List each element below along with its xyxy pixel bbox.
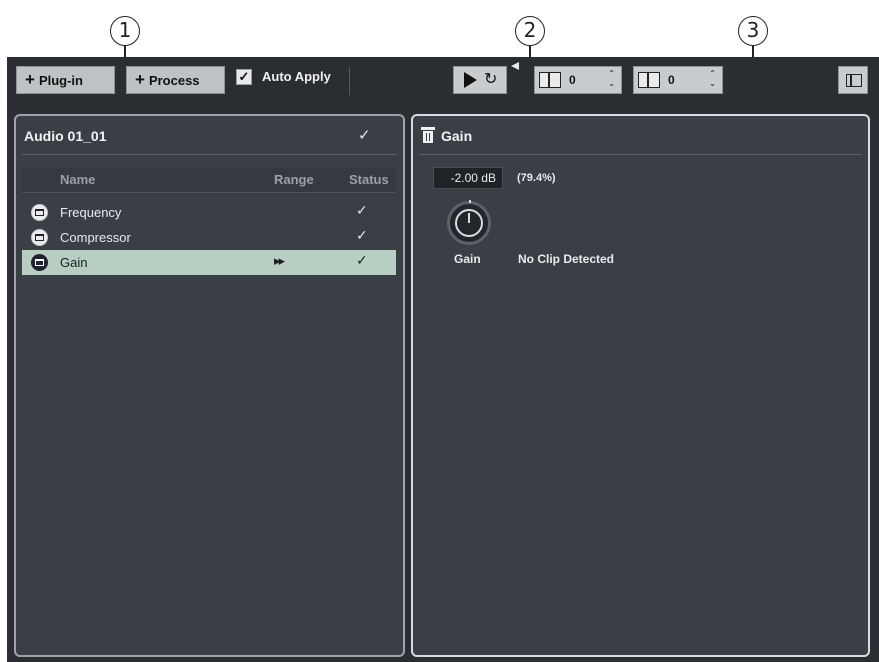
- gain-knob[interactable]: [447, 200, 491, 245]
- preview-controls: ↻: [453, 66, 507, 94]
- trash-body: [423, 131, 433, 143]
- pre-roll-value[interactable]: 0: [569, 73, 576, 87]
- gain-knob-label: Gain: [454, 252, 481, 266]
- plugin-icon[interactable]: [31, 254, 48, 271]
- trash-lid: [421, 127, 435, 130]
- divider: [22, 154, 397, 155]
- pre-roll-icon: [539, 72, 561, 88]
- toolbar-separator: [349, 67, 350, 95]
- column-header-range: Range: [274, 172, 314, 187]
- callout-2: 2: [515, 16, 545, 46]
- knob-dial: [455, 209, 483, 237]
- add-plugin-label: Plug-in: [38, 73, 83, 88]
- callout-1: 1: [110, 16, 140, 46]
- plugin-icon[interactable]: [31, 229, 48, 246]
- process-name: Compressor: [60, 230, 131, 245]
- callout-3: 3: [738, 16, 768, 46]
- post-roll-icon: [638, 72, 660, 88]
- knob-tick: [469, 200, 471, 203]
- preview-options-arrow-icon[interactable]: [511, 62, 519, 70]
- plugin-icon[interactable]: [31, 204, 48, 221]
- column-header-name: Name: [60, 172, 96, 187]
- post-roll-value[interactable]: 0: [668, 73, 675, 87]
- gain-value-field[interactable]: -2.00 dB: [433, 167, 503, 189]
- toolbar: + Plug-in + Process ✓ Auto Apply ↻ 0 ⌃ ⌄ 0 …: [7, 57, 879, 107]
- trash-icon[interactable]: [421, 127, 435, 143]
- column-header-status: Status: [349, 172, 389, 187]
- plus-icon: +: [25, 70, 35, 89]
- process-name: Gain: [60, 255, 88, 270]
- list-item-selected[interactable]: Gain ▸▸ ✓: [22, 250, 396, 275]
- divider: [419, 154, 862, 155]
- process-settings-panel: Gain -2.00 dB (79.4%) Gain No Clip Detec…: [411, 114, 870, 657]
- process-name: Frequency: [60, 205, 122, 220]
- panel-title: Audio 01_01: [24, 128, 107, 144]
- list-item[interactable]: Compressor ✓: [22, 225, 396, 250]
- range-icon: ▸▸: [274, 254, 285, 269]
- add-process-button[interactable]: + Process: [126, 66, 225, 94]
- auto-apply-label: Auto Apply: [262, 69, 331, 84]
- toggle-panel-button[interactable]: [838, 66, 868, 94]
- status-check-icon: ✓: [356, 228, 368, 244]
- auto-apply-checkbox[interactable]: ✓: [236, 69, 252, 85]
- plus-icon: +: [135, 70, 145, 89]
- loop-icon[interactable]: ↻: [484, 69, 497, 88]
- status-check-icon: ✓: [356, 253, 368, 269]
- stepper-arrows-icon[interactable]: ⌃ ⌄: [608, 69, 615, 89]
- add-plugin-button[interactable]: + Plug-in: [16, 66, 115, 94]
- post-roll-stepper[interactable]: 0 ⌃ ⌄: [633, 66, 723, 94]
- play-icon[interactable]: [464, 72, 477, 88]
- process-list-panel: Audio 01_01 ✓ Name Range Status Frequenc…: [14, 114, 405, 657]
- list-item[interactable]: Frequency ✓: [22, 200, 396, 225]
- list-header: Name Range Status: [22, 168, 396, 193]
- gain-percent: (79.4%): [517, 172, 556, 184]
- panel-title: Gain: [441, 128, 473, 144]
- panel-toggle-icon: [846, 74, 862, 87]
- add-process-label: Process: [148, 73, 200, 88]
- direct-offline-processing-window: + Plug-in + Process ✓ Auto Apply ↻ 0 ⌃ ⌄ 0 …: [7, 57, 879, 662]
- pre-roll-stepper[interactable]: 0 ⌃ ⌄: [534, 66, 622, 94]
- status-check-icon: ✓: [356, 203, 368, 219]
- stepper-arrows-icon[interactable]: ⌃ ⌄: [709, 69, 716, 89]
- status-check-icon: ✓: [358, 126, 371, 144]
- clip-status: No Clip Detected: [518, 252, 615, 266]
